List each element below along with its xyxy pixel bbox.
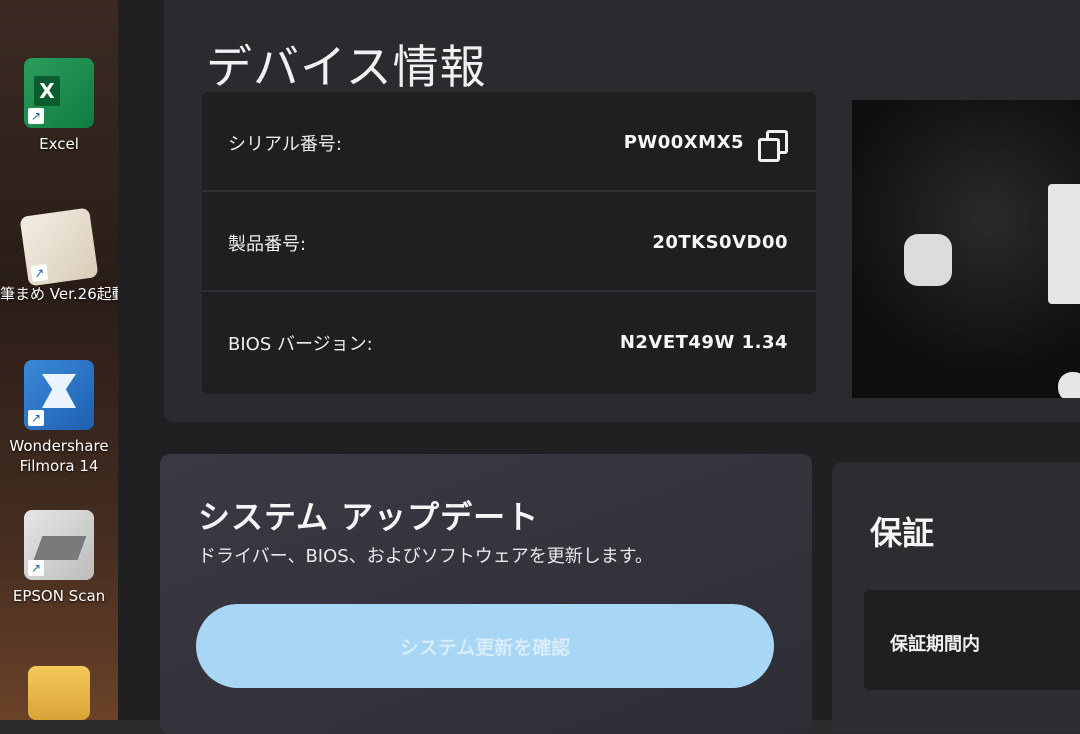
desktop-icon-epson-scan[interactable]: ↗ EPSON Scan — [0, 510, 118, 606]
bios-version-label: BIOS バージョン: — [228, 334, 373, 355]
page-title: デバイス情報 — [206, 39, 487, 94]
warranty-title: 保証 — [870, 514, 935, 552]
desktop-icon-folder[interactable] — [0, 666, 118, 720]
copy-icon[interactable] — [758, 130, 790, 162]
filmora-icon: ↗ — [24, 360, 94, 430]
system-update-title: システム アップデート — [198, 498, 540, 536]
product-number-row: 製品番号: 20TKS0VD00 — [202, 192, 816, 292]
desktop-icon-excel[interactable]: X ↗ Excel — [0, 58, 118, 154]
folder-icon — [28, 666, 90, 720]
shortcut-arrow-icon: ↗ — [28, 560, 44, 576]
shortcut-arrow-icon: ↗ — [28, 108, 44, 124]
desktop-icon-label-line1: Wondershare — [9, 437, 109, 455]
device-info-card: シリアル番号: PW00XMX5 製品番号: 20TKS0VD00 BIOS バ… — [202, 92, 816, 394]
shortcut-arrow-icon: ↗ — [28, 410, 44, 426]
excel-icon: X ↗ — [24, 58, 94, 128]
check-system-update-button[interactable]: システム更新を確認 — [196, 604, 774, 688]
product-number-value: 20TKS0VD00 — [652, 232, 788, 253]
warranty-status-row[interactable]: 保証期間内 — [864, 590, 1080, 690]
desktop-icon-label: 筆まめ Ver.26起動 — [0, 285, 127, 303]
serial-number-label: シリアル番号: — [228, 134, 342, 155]
system-update-subtitle: ドライバー、BIOS、およびソフトウェアを更新します。 — [198, 546, 653, 567]
product-number-label: 製品番号: — [228, 234, 307, 255]
bios-version-value: N2VET49W 1.34 — [619, 332, 788, 353]
shortcut-arrow-icon: ↗ — [30, 263, 49, 283]
device-keyboard-image — [852, 100, 1080, 398]
serial-number-row: シリアル番号: PW00XMX5 — [202, 92, 816, 192]
fudemame-icon: ↗ — [19, 207, 99, 287]
desktop-icon-fudemame[interactable]: ↗ 筆まめ Ver.26起動 — [0, 207, 127, 304]
epson-scan-icon: ↗ — [24, 510, 94, 580]
device-info-window: デバイス情報 シリアル番号: PW00XMX5 製品番号: 20TKS0VD00… — [118, 0, 1080, 734]
desktop-icon-label: EPSON Scan — [12, 587, 106, 605]
desktop-icon-filmora[interactable]: ↗ Wondershare Filmora 14 — [0, 360, 118, 476]
system-update-card: システム アップデート ドライバー、BIOS、およびソフトウェアを更新します。 … — [160, 454, 812, 734]
bios-version-row: BIOS バージョン: N2VET49W 1.34 — [202, 292, 816, 390]
warranty-card: 保証 保証期間内 — [832, 462, 1080, 732]
desktop-icon-label-line2: Filmora 14 — [19, 457, 99, 475]
warranty-status: 保証期間内 — [890, 634, 980, 655]
desktop-icon-label: Excel — [39, 135, 79, 153]
serial-number-value: PW00XMX5 — [623, 132, 744, 153]
desktop-background: X ↗ Excel ↗ 筆まめ Ver.26起動 ↗ Wondershare F… — [0, 0, 127, 720]
